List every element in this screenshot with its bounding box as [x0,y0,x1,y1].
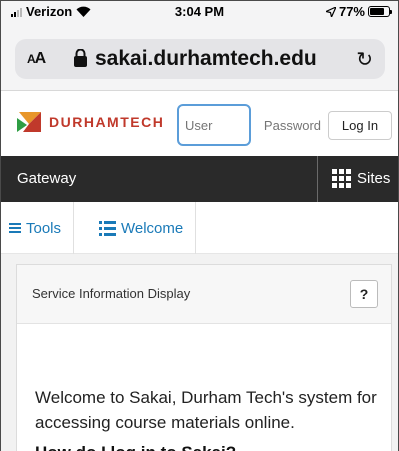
logo-mark-icon [17,112,41,132]
welcome-message: Welcome to Sakai, Durham Tech's system f… [35,388,377,432]
service-info-panel: Service Information Display ? Welcome to… [16,264,392,451]
battery-percent: 77% [338,4,365,19]
sites-label: Sites [357,170,391,187]
browser-address-bar: AA sakai.durhamtech.edu ↻ [1,21,398,91]
top-nav: Gateway Sites [1,156,398,202]
site-header: DURHAMTECH Log In [1,92,398,156]
battery-icon [368,6,392,17]
help-button[interactable]: ? [350,280,378,308]
status-bar: Verizon 3:04 PM 77% [1,1,398,21]
username-field[interactable] [177,104,251,146]
panel-header: Service Information Display ? [17,265,391,324]
battery-indicator: 77% [325,4,392,19]
gateway-link[interactable]: Gateway [17,170,76,187]
password-field[interactable] [255,110,321,140]
logo-text: DURHAMTECH [49,114,165,130]
login-help-heading: How do I log in to Sakai? [35,443,236,451]
tab-welcome-label: Welcome [121,219,184,237]
text-size-button[interactable]: AA [27,50,46,68]
list-icon [99,220,116,236]
url-field[interactable]: AA sakai.durhamtech.edu ↻ [15,39,385,79]
url-text[interactable]: sakai.durhamtech.edu [95,47,317,71]
panel-title: Service Information Display [32,286,191,301]
tool-tabs: Tools Welcome [1,202,398,254]
durham-tech-logo: DURHAMTECH [17,112,164,132]
tab-tools-label: Tools [26,219,62,237]
tab-welcome[interactable]: Welcome [87,202,197,254]
sites-button[interactable]: Sites [332,169,390,188]
nav-divider [317,156,318,202]
tab-tools[interactable]: Tools [9,202,75,254]
menu-icon [9,223,21,233]
reload-icon[interactable]: ↻ [356,47,373,72]
lock-icon [74,49,87,67]
location-icon [325,6,336,17]
login-button[interactable]: Log In [328,111,392,140]
grid-icon [332,169,351,188]
main-content: Service Information Display ? Welcome to… [1,254,398,451]
